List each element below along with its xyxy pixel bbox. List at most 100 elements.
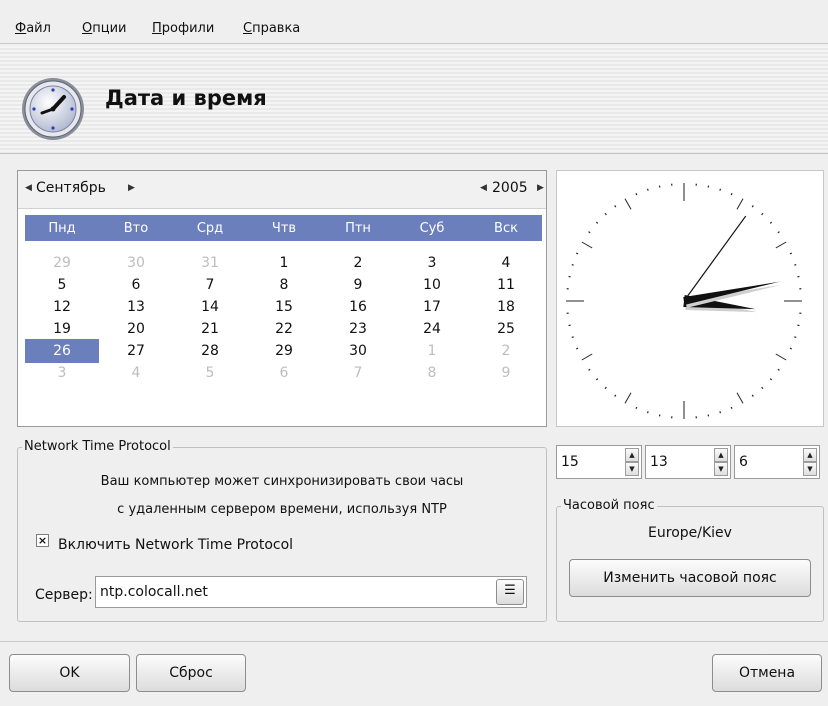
- clock-minute-mark: [777, 368, 780, 371]
- second-spinbox[interactable]: 6 ▲ ▼: [734, 445, 820, 479]
- calendar-day-other[interactable]: 31: [173, 251, 247, 275]
- bottom-divider: [0, 641, 828, 642]
- calendar-day[interactable]: 21: [173, 317, 247, 341]
- calendar-day[interactable]: 7: [173, 273, 247, 297]
- ok-button[interactable]: OK: [9, 654, 130, 692]
- hour-down-icon[interactable]: ▼: [625, 462, 639, 476]
- calendar-day[interactable]: 8: [247, 273, 321, 297]
- second-up-icon[interactable]: ▲: [803, 448, 817, 462]
- calendar-day-other[interactable]: 9: [469, 361, 543, 385]
- clock-minute-mark: [575, 347, 579, 350]
- calendar-day[interactable]: 11: [469, 273, 543, 297]
- calendar-day[interactable]: 2: [321, 251, 395, 275]
- calendar-day[interactable]: 14: [173, 295, 247, 319]
- clock-minute-mark: [604, 386, 607, 390]
- calendar-day[interactable]: 16: [321, 295, 395, 319]
- calendar-day[interactable]: 4: [469, 251, 543, 275]
- cancel-button[interactable]: Отмена: [712, 654, 822, 692]
- next-year-icon[interactable]: ▶: [537, 183, 544, 193]
- calendar-day[interactable]: 12: [25, 295, 99, 319]
- weekday-header: Пнд Вто Срд Чтв Птн Суб Вск: [25, 215, 542, 241]
- clock-minute-mark: [719, 411, 722, 414]
- menu-help[interactable]: Справка: [243, 21, 300, 36]
- calendar-day[interactable]: 19: [25, 317, 99, 341]
- clock-minute-mark: [604, 212, 607, 216]
- clock-face-svg: [566, 183, 802, 419]
- calendar-day[interactable]: 9: [321, 273, 395, 297]
- calendar-day[interactable]: 20: [99, 317, 173, 341]
- hour-up-icon[interactable]: ▲: [625, 448, 639, 462]
- clock-minute-mark: [730, 406, 733, 410]
- change-timezone-button[interactable]: Изменить часовой пояс: [569, 559, 811, 597]
- clock-minute-mark: [595, 221, 599, 224]
- calendar-day[interactable]: 27: [99, 339, 173, 363]
- clock-minute-mark: [794, 336, 797, 339]
- calendar-day[interactable]: 30: [321, 339, 395, 363]
- prev-year-icon[interactable]: ◀: [480, 183, 487, 193]
- hour-spinbox[interactable]: 15 ▲ ▼: [556, 445, 642, 479]
- server-combobox[interactable]: ntp.colocall.net ☰: [95, 576, 527, 608]
- menu-profiles-label: рофили: [161, 21, 215, 36]
- calendar-day-other[interactable]: 2: [469, 339, 543, 363]
- minute-value: 13: [650, 454, 668, 470]
- clock-icon: [22, 78, 84, 140]
- clock-minute-mark: [571, 263, 574, 266]
- calendar-day-other[interactable]: 1: [395, 339, 469, 363]
- calendar-day[interactable]: 13: [99, 295, 173, 319]
- ntp-group-title: Network Time Protocol: [22, 439, 173, 454]
- weekday-label: Птн: [345, 221, 371, 236]
- weekday-label: Вто: [123, 221, 149, 236]
- calendar-day[interactable]: 15: [247, 295, 321, 319]
- menu-file[interactable]: Файл: [15, 21, 51, 36]
- calendar-day-other[interactable]: 8: [395, 361, 469, 385]
- year-label[interactable]: 2005: [492, 180, 528, 196]
- server-value[interactable]: ntp.colocall.net: [100, 584, 208, 600]
- analog-clock: [556, 170, 824, 427]
- calendar-day[interactable]: 28: [173, 339, 247, 363]
- calendar-day[interactable]: 10: [395, 273, 469, 297]
- second-down-icon[interactable]: ▼: [803, 462, 817, 476]
- ntp-enable-checkbox[interactable]: ×: [36, 534, 49, 547]
- clock-minute-mark: [769, 378, 773, 381]
- prev-month-icon[interactable]: ◀: [25, 183, 32, 193]
- calendar-day-other[interactable]: 29: [25, 251, 99, 275]
- menu-profiles[interactable]: Профили: [152, 21, 214, 36]
- calendar-day[interactable]: 6: [99, 273, 173, 297]
- calendar-day-other[interactable]: 7: [321, 361, 395, 385]
- clock-hour-mark: [775, 241, 787, 249]
- minute-spinbox[interactable]: 13 ▲ ▼: [645, 445, 731, 479]
- minute-down-icon[interactable]: ▼: [714, 462, 728, 476]
- calendar-day[interactable]: 17: [395, 295, 469, 319]
- calendar-day[interactable]: 24: [395, 317, 469, 341]
- month-label[interactable]: Сентябрь: [36, 180, 106, 196]
- calendar-day[interactable]: 18: [469, 295, 543, 319]
- calendar-day-other[interactable]: 3: [25, 361, 99, 385]
- menu-options[interactable]: Опции: [82, 21, 126, 36]
- calendar-day[interactable]: 1: [247, 251, 321, 275]
- dropdown-icon[interactable]: ☰: [496, 579, 524, 605]
- calendar-day[interactable]: 5: [25, 273, 99, 297]
- calendar-day-other[interactable]: 4: [99, 361, 173, 385]
- next-month-icon[interactable]: ▶: [128, 183, 135, 193]
- second-value: 6: [739, 454, 748, 470]
- clock-minute-mark: [761, 212, 764, 216]
- weekday-label: Пнд: [48, 221, 76, 236]
- reset-button[interactable]: Сброс: [136, 654, 246, 692]
- menu-profiles-accel: П: [152, 21, 162, 36]
- calendar-day-other[interactable]: 6: [247, 361, 321, 385]
- calendar-day-other[interactable]: 5: [173, 361, 247, 385]
- calendar-day-other[interactable]: 30: [99, 251, 173, 275]
- ntp-enable-label[interactable]: Включить Network Time Protocol: [58, 537, 293, 553]
- clock-minute-mark: [751, 394, 754, 397]
- clock-minute-mark: [595, 378, 599, 381]
- clock-minute-mark: [635, 406, 638, 410]
- calendar-day[interactable]: 25: [469, 317, 543, 341]
- calendar-day[interactable]: 3: [395, 251, 469, 275]
- minute-up-icon[interactable]: ▲: [714, 448, 728, 462]
- calendar-day[interactable]: 23: [321, 317, 395, 341]
- clock-minute-mark: [575, 252, 579, 255]
- calendar-day[interactable]: 22: [247, 317, 321, 341]
- clock-minute-mark: [614, 394, 617, 397]
- calendar-day[interactable]: 29: [247, 339, 321, 363]
- calendar-day[interactable]: 26: [25, 339, 99, 363]
